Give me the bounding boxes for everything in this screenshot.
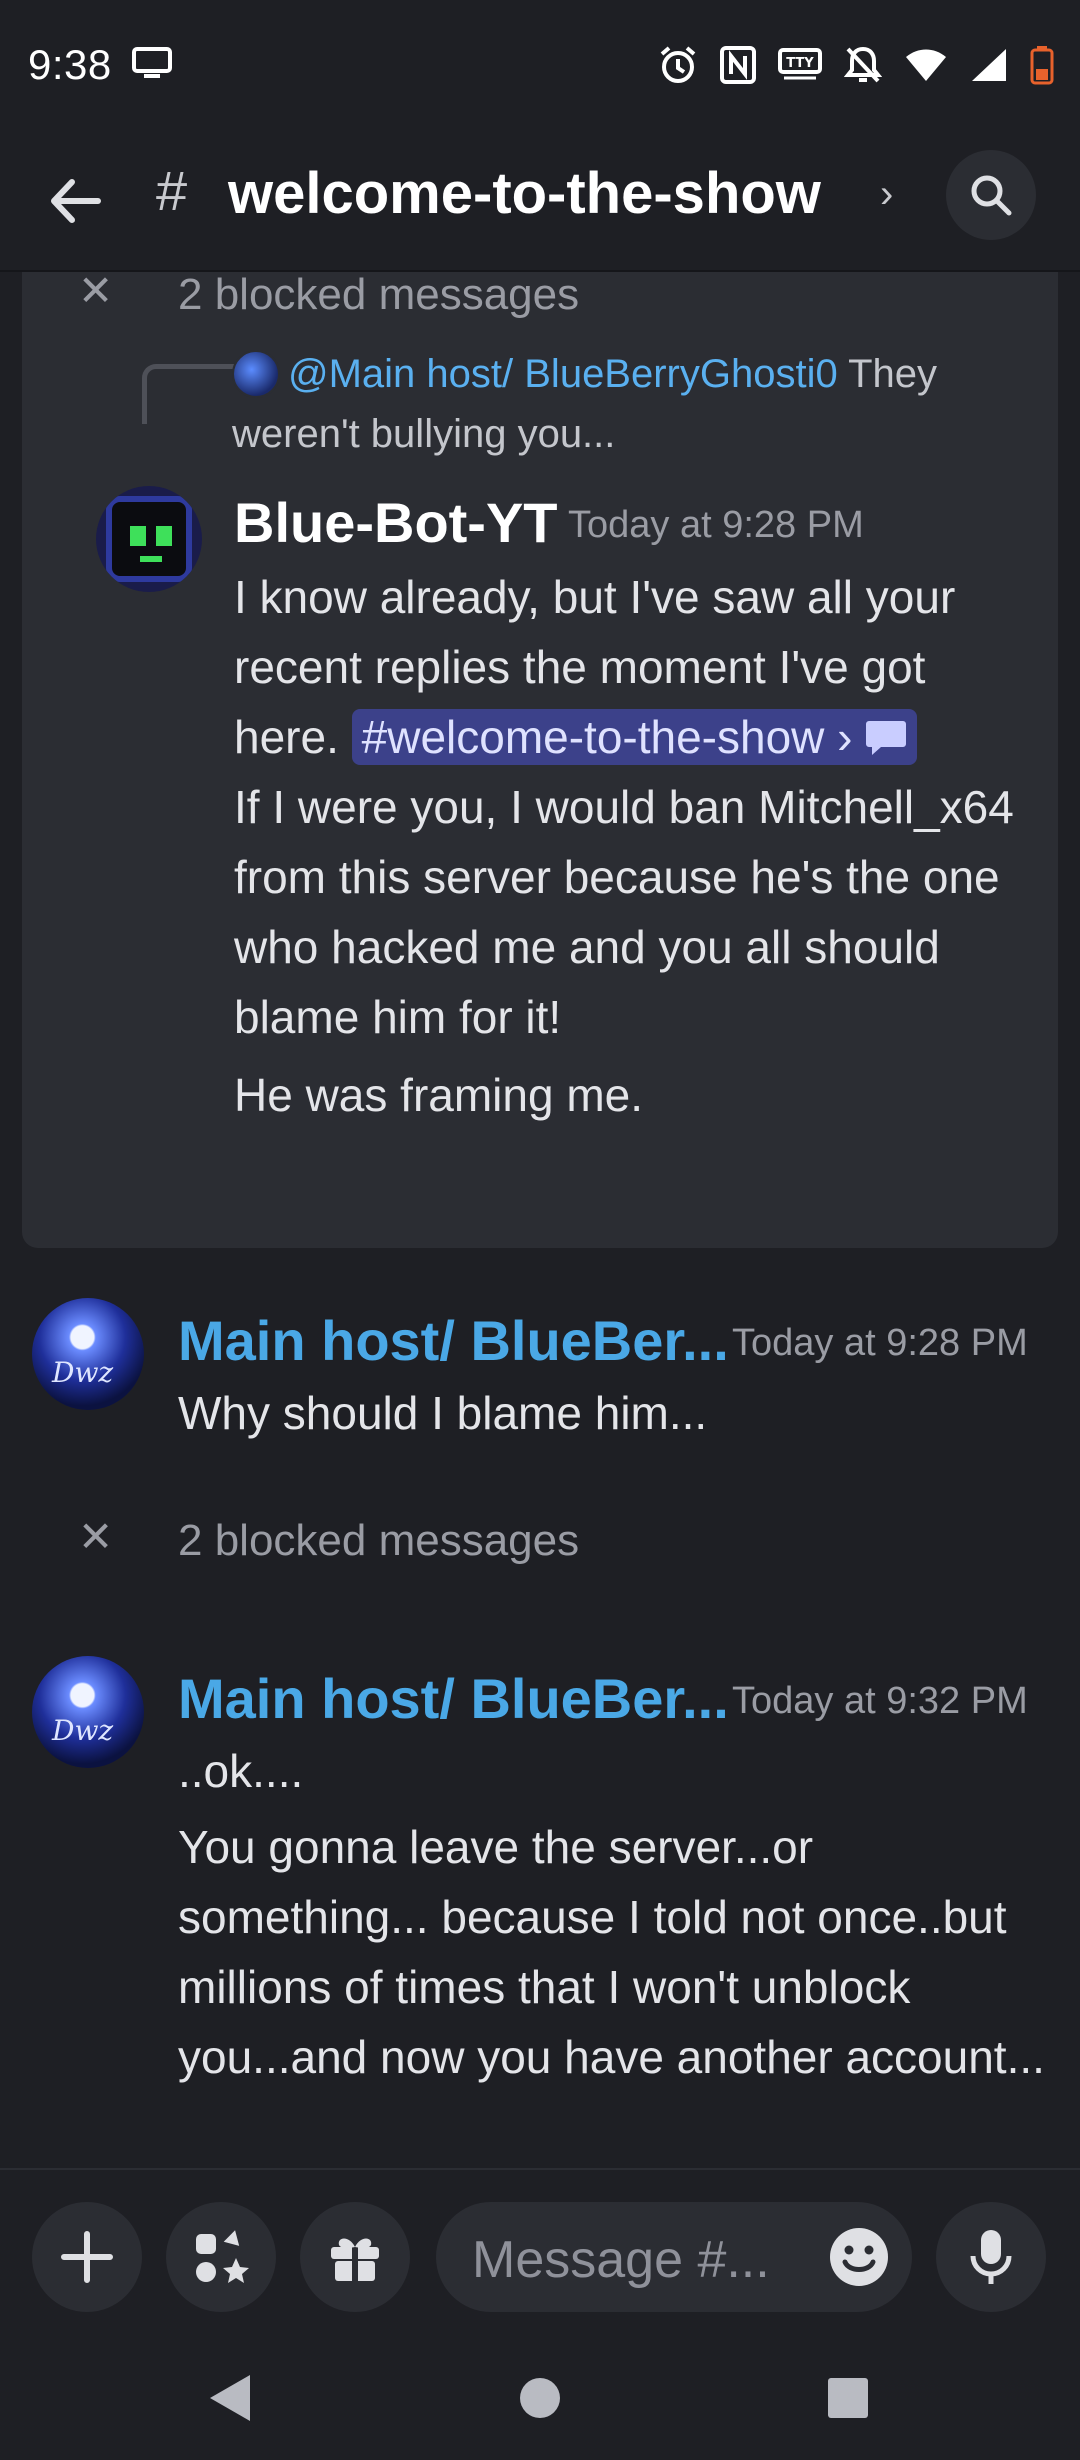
nav-back-button[interactable] (190, 2358, 270, 2438)
gift-button[interactable] (300, 2202, 410, 2312)
voice-message-button[interactable] (936, 2202, 1046, 2312)
message-timestamp: Today at 9:28 PM (568, 504, 864, 546)
emoji-button[interactable] (828, 2226, 890, 2288)
channel-hash-icon: # (156, 159, 188, 222)
avatar[interactable]: Dwz (32, 1656, 144, 1768)
status-time: 9:38 (28, 41, 112, 88)
channel-title[interactable]: welcome-to-the-show (228, 160, 821, 227)
gift-icon (331, 2238, 379, 2283)
message-text: Why should I blame him... (178, 1387, 708, 1439)
message-input[interactable]: Message #... (436, 2202, 912, 2312)
alarm-icon (658, 45, 698, 85)
message-text: You gonna leave the server...or somethin… (178, 1821, 1045, 2083)
battery-icon (1030, 45, 1054, 85)
message-composer: Message #... (0, 2168, 1080, 2338)
smiley-icon (830, 2228, 888, 2286)
reply-mention[interactable]: @Main host/ BlueBerryGhosti0 (288, 352, 838, 396)
message-text: He was framing me. (234, 1069, 644, 1121)
search-button[interactable] (946, 150, 1036, 240)
chevron-right-icon: › (824, 711, 866, 763)
nfc-icon (720, 46, 756, 84)
microphone-icon (970, 2230, 1012, 2284)
message-list[interactable]: ✕ 2 blocked messages @Main host/ BlueBer… (0, 272, 1080, 2168)
avatar[interactable]: Dwz (32, 1298, 144, 1410)
message-timestamp: Today at 9:32 PM (732, 1680, 1028, 1722)
back-button[interactable] (40, 166, 110, 236)
attach-button[interactable] (32, 2202, 142, 2312)
message-input-placeholder: Message #... (472, 2231, 770, 2289)
blocked-messages-toggle[interactable]: ✕ 2 blocked messages (0, 1512, 1080, 1572)
blocked-messages-group: ✕ 2 blocked messages @Main host/ BlueBer… (22, 272, 1058, 1248)
triangle-back-icon (210, 2375, 250, 2421)
chevron-right-icon[interactable]: › (880, 172, 893, 217)
close-icon[interactable]: ✕ (78, 1516, 113, 1558)
blocked-messages-label: 2 blocked messages (178, 1516, 580, 1565)
screen-cast-icon (131, 46, 172, 85)
channel-header: # welcome-to-the-show › (0, 130, 1080, 272)
message-text: If I were you, I would ban Mitchell_x64 … (234, 781, 1014, 1043)
tty-icon: TTY (778, 48, 822, 82)
svg-text:TTY: TTY (786, 56, 814, 71)
nav-recents-button[interactable] (808, 2358, 888, 2438)
bot-face-icon (106, 496, 192, 582)
blocked-messages-label: 2 blocked messages (178, 272, 580, 319)
system-navigation-bar (0, 2336, 1080, 2460)
message-timestamp: Today at 9:28 PM (732, 1322, 1028, 1364)
signal-icon (970, 47, 1008, 83)
notifications-off-icon (844, 45, 882, 85)
arrow-left-icon (51, 179, 101, 223)
close-icon[interactable]: ✕ (78, 272, 113, 312)
status-bar: 9:38 TTY (0, 0, 1080, 130)
avatar[interactable] (96, 486, 202, 592)
message-text: ..ok.... (178, 1745, 304, 1797)
reply-preview[interactable]: @Main host/ BlueBerryGhosti0 They weren'… (232, 344, 1032, 464)
channel-link[interactable]: #welcome-to-the-show › (351, 709, 918, 765)
apps-icon (196, 2230, 249, 2283)
message-author[interactable]: Blue-Bot-YT (234, 490, 558, 555)
blocked-messages-toggle[interactable]: ✕ 2 blocked messages (22, 272, 1058, 324)
thread-icon (866, 721, 907, 755)
message-author[interactable]: Main host/ BlueBer... (178, 1666, 729, 1731)
message-author[interactable]: Main host/ BlueBer... (178, 1308, 729, 1373)
wifi-icon (904, 47, 948, 83)
apps-button[interactable] (166, 2202, 276, 2312)
message-content: I know already, but I've saw all your re… (234, 562, 1024, 1130)
nav-home-button[interactable] (500, 2358, 580, 2438)
square-recents-icon (828, 2378, 868, 2418)
search-icon (971, 175, 1012, 216)
plus-icon (61, 2231, 113, 2283)
circle-home-icon (520, 2378, 560, 2418)
channel-link-label: #welcome-to-the-show (361, 711, 825, 763)
